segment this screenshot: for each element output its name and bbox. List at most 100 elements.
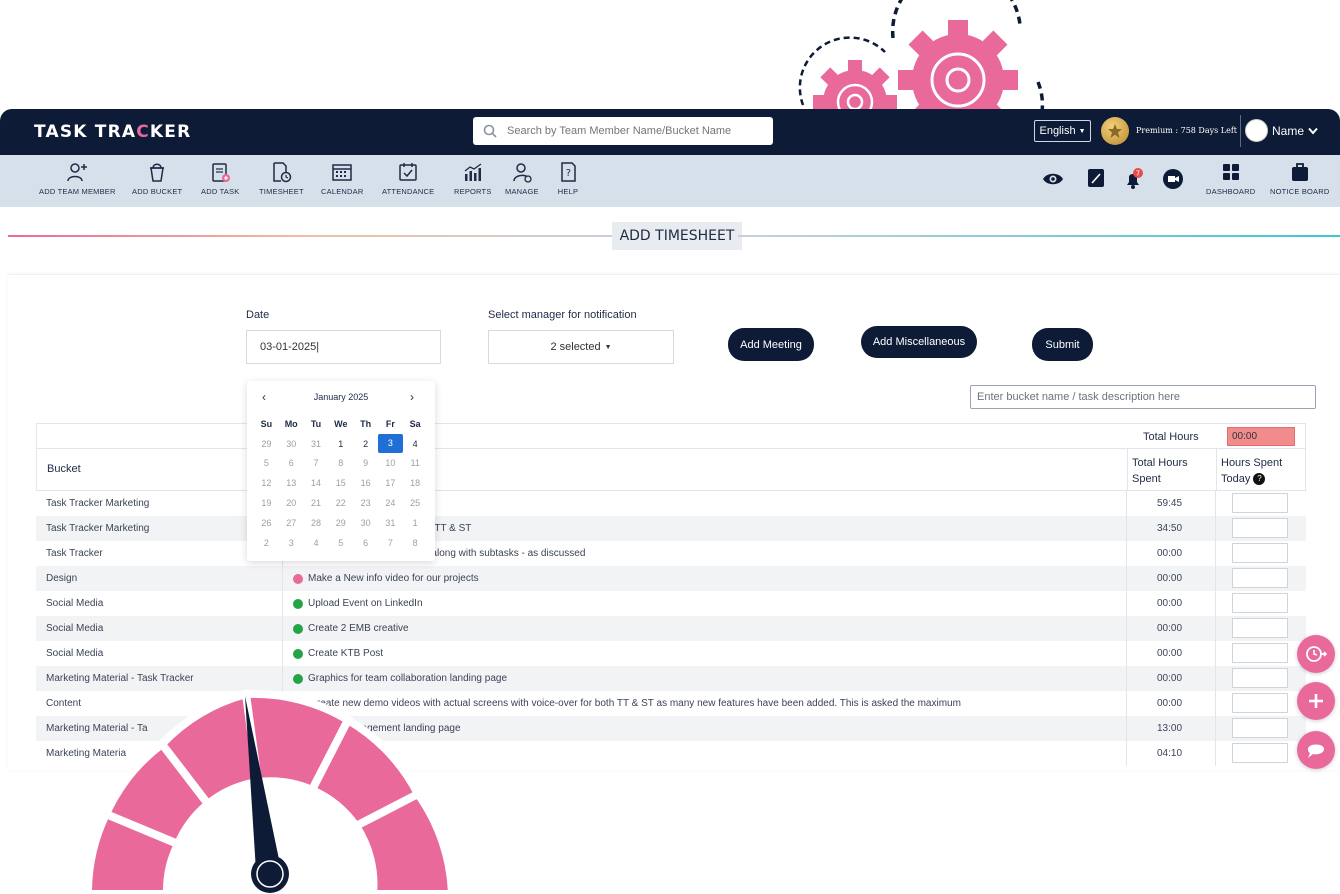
- calendar-day[interactable]: 12: [254, 478, 279, 488]
- add-miscellaneous-button[interactable]: Add Miscellaneous: [861, 326, 977, 358]
- user-name: Name: [1272, 123, 1305, 138]
- calendar-day[interactable]: 7: [378, 538, 403, 548]
- calendar-day[interactable]: 29: [328, 518, 353, 528]
- calendar-icon: [332, 164, 352, 181]
- help-circle-icon[interactable]: ?: [1253, 473, 1266, 486]
- table-row[interactable]: Task Tracker Marketing- compiling Task T…: [36, 516, 1306, 541]
- hours-today-input[interactable]: [1232, 693, 1288, 713]
- calendar-day[interactable]: 14: [304, 478, 329, 488]
- table-row[interactable]: Social Media Create KTB Post 00:00: [36, 641, 1306, 666]
- calendar-day[interactable]: 6: [279, 458, 304, 468]
- column-divider: [1126, 716, 1127, 741]
- table-row[interactable]: Task Tracker up as per the new dashboard …: [36, 541, 1306, 566]
- calendar-day[interactable]: 8: [403, 538, 428, 548]
- hours-today-input[interactable]: [1232, 518, 1288, 538]
- attendance-button[interactable]: ATTENDANCE: [382, 161, 434, 196]
- hours-today-input[interactable]: [1232, 568, 1288, 588]
- hours-today-input[interactable]: [1232, 543, 1288, 563]
- language-select[interactable]: English ▼: [1034, 120, 1091, 142]
- calendar-day[interactable]: 16: [353, 478, 378, 488]
- calendar-day[interactable]: 25: [403, 498, 428, 508]
- video-call-icon[interactable]: [1162, 168, 1184, 195]
- calendar-day[interactable]: 10: [378, 458, 403, 468]
- add-bucket-button[interactable]: ADD BUCKET: [132, 161, 182, 196]
- text-cursor: |: [316, 341, 320, 353]
- hours-today-input[interactable]: [1232, 743, 1288, 763]
- eye-icon[interactable]: [1042, 171, 1064, 192]
- total-hours-cell: 00:00: [1157, 673, 1183, 684]
- add-meeting-button[interactable]: Add Meeting: [728, 328, 814, 361]
- global-search[interactable]: [473, 117, 773, 145]
- dashboard-button[interactable]: DASHBOARD: [1206, 161, 1255, 196]
- calendar-day[interactable]: 26: [254, 518, 279, 528]
- date-picker-popup: ‹ January 2025 › Su Mo Tu We Th Fr Sa 29 30 31 1 2 3…: [247, 381, 435, 561]
- calendar-day[interactable]: 6: [353, 538, 378, 548]
- calendar-day[interactable]: 2: [353, 439, 378, 449]
- calendar-button[interactable]: CALENDAR: [321, 161, 363, 196]
- table-row[interactable]: Social Media Upload Event on LinkedIn 00:0…: [36, 591, 1306, 616]
- calendar-day[interactable]: 20: [279, 498, 304, 508]
- calendar-day[interactable]: 11: [403, 458, 428, 468]
- calendar-day[interactable]: 4: [304, 538, 329, 548]
- quick-add-button[interactable]: [1297, 682, 1335, 720]
- calendar-day[interactable]: 4: [403, 439, 428, 449]
- calendar-day[interactable]: 5: [328, 538, 353, 548]
- calendar-day[interactable]: 24: [378, 498, 403, 508]
- calendar-day[interactable]: 2: [254, 538, 279, 548]
- chevron-right-icon[interactable]: ›: [410, 390, 414, 404]
- hours-today-input[interactable]: [1232, 643, 1288, 663]
- manager-select[interactable]: 2 selected ▼: [488, 330, 674, 364]
- calendar-day[interactable]: 30: [353, 518, 378, 528]
- submit-button[interactable]: Submit: [1032, 328, 1093, 361]
- calendar-day[interactable]: 23: [353, 498, 378, 508]
- column-divider: [1216, 449, 1217, 491]
- clock-out-button[interactable]: [1297, 635, 1335, 673]
- calendar-day[interactable]: 27: [279, 518, 304, 528]
- total-hours-cell: 34:50: [1157, 523, 1183, 534]
- timesheet-button[interactable]: TIMESHEET: [259, 161, 304, 196]
- calendar-day[interactable]: 17: [378, 478, 403, 488]
- notice-board-button[interactable]: NOTICE BOARD: [1270, 161, 1330, 196]
- calendar-day[interactable]: 8: [328, 458, 353, 468]
- hours-today-input[interactable]: [1232, 493, 1288, 513]
- hours-today-input[interactable]: [1232, 668, 1288, 688]
- calendar-day[interactable]: 28: [304, 518, 329, 528]
- edit-icon[interactable]: [1088, 169, 1104, 192]
- calendar-day[interactable]: 18: [403, 478, 428, 488]
- hours-today-input[interactable]: [1232, 718, 1288, 738]
- calendar-day[interactable]: 31: [304, 439, 329, 449]
- calendar-day[interactable]: 1: [403, 518, 428, 528]
- premium-star-icon[interactable]: [1101, 117, 1129, 145]
- calendar-day-selected[interactable]: 3: [377, 434, 403, 454]
- calendar-day[interactable]: 5: [254, 458, 279, 468]
- user-menu[interactable]: Name: [1245, 119, 1318, 142]
- table-row[interactable]: Design Make a New info video for our proj…: [36, 566, 1306, 591]
- table-row[interactable]: Task Tracker Marketingdeo for Sales Trac…: [36, 491, 1306, 516]
- table-row[interactable]: Social Media Create 2 EMB creative 00:00: [36, 616, 1306, 641]
- calendar-day[interactable]: 22: [328, 498, 353, 508]
- manage-button[interactable]: MANAGE: [505, 161, 539, 196]
- task-filter-input[interactable]: Enter bucket name / task description her…: [970, 385, 1316, 409]
- hours-today-input[interactable]: [1232, 618, 1288, 638]
- search-input[interactable]: [507, 125, 757, 137]
- calendar-day[interactable]: 19: [254, 498, 279, 508]
- hours-today-input[interactable]: [1232, 593, 1288, 613]
- calendar-day[interactable]: 13: [279, 478, 304, 488]
- chat-button[interactable]: [1297, 731, 1335, 769]
- add-task-button[interactable]: ADD TASK: [201, 161, 239, 196]
- reports-button[interactable]: REPORTS: [454, 161, 492, 196]
- calendar-day[interactable]: 7: [304, 458, 329, 468]
- calendar-day[interactable]: 30: [279, 439, 304, 449]
- date-input[interactable]: 03-01-2025 |: [246, 330, 441, 364]
- calendar-day[interactable]: 15: [328, 478, 353, 488]
- help-button[interactable]: ? HELP: [557, 161, 579, 196]
- add-team-member-button[interactable]: ADD TEAM MEMBER: [39, 161, 116, 196]
- app-logo[interactable]: TASK TRACKER: [34, 122, 191, 142]
- notification-bell-icon[interactable]: 7: [1124, 168, 1146, 195]
- calendar-day[interactable]: 21: [304, 498, 329, 508]
- calendar-day[interactable]: 1: [328, 439, 353, 449]
- calendar-day[interactable]: 3: [279, 538, 304, 548]
- calendar-day[interactable]: 9: [353, 458, 378, 468]
- calendar-day[interactable]: 31: [378, 518, 403, 528]
- calendar-day[interactable]: 29: [254, 439, 279, 449]
